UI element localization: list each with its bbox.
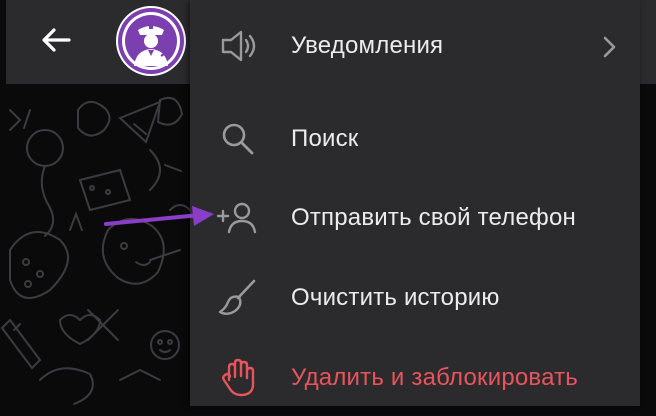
chevron-right-icon bbox=[603, 36, 616, 58]
back-button[interactable] bbox=[36, 22, 76, 58]
menu-item-label: Отправить свой телефон bbox=[291, 204, 576, 231]
search-icon bbox=[212, 113, 264, 165]
arrow-left-icon bbox=[42, 28, 71, 52]
menu-item-label: Уведомления bbox=[291, 32, 444, 59]
broom-icon bbox=[212, 272, 264, 324]
menu-item-notifications[interactable]: Уведомления bbox=[190, 8, 640, 84]
menu-item-label: Удалить и заблокировать bbox=[291, 364, 579, 391]
speaker-icon bbox=[212, 20, 264, 72]
menu-item-share-phone[interactable]: Отправить свой телефон bbox=[190, 180, 640, 256]
menu-item-label: Поиск bbox=[291, 125, 359, 152]
annotation-arrow-icon bbox=[104, 206, 214, 226]
avatar[interactable] bbox=[116, 6, 186, 76]
hand-stop-icon bbox=[212, 352, 264, 404]
menu-item-delete-and-block[interactable]: Удалить и заблокировать bbox=[190, 340, 640, 416]
menu-item-clear-history[interactable]: Очистить историю bbox=[190, 260, 640, 336]
police-officer-avatar-icon bbox=[118, 8, 184, 74]
menu-item-search[interactable]: Поиск bbox=[190, 101, 640, 177]
chat-options-menu: Уведомления Поиск Отправить свой телефон bbox=[190, 0, 640, 406]
menu-item-label: Очистить историю bbox=[291, 284, 500, 311]
